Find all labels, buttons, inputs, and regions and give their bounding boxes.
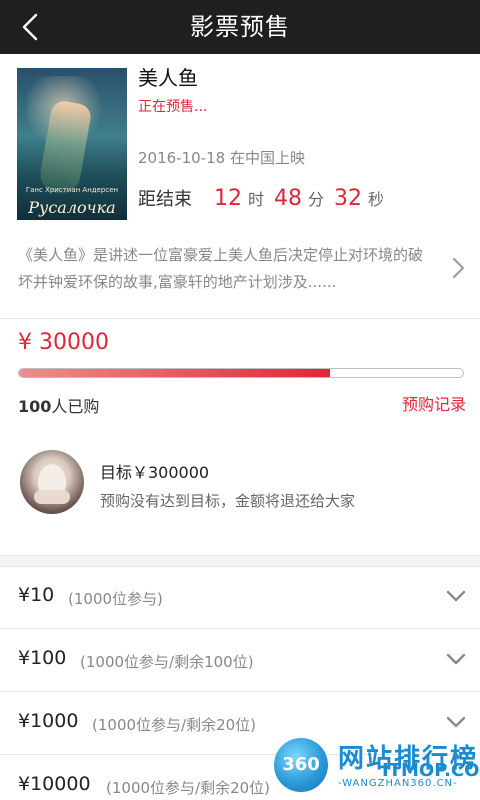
funding-target: 目标￥300000 xyxy=(100,463,210,482)
chevron-right-icon xyxy=(453,258,464,278)
tier-detail: (1000位参与) xyxy=(68,590,163,608)
poster-title: Русалочка xyxy=(28,198,116,217)
page-title: 影票预售 xyxy=(190,13,290,41)
poster-author: Ганс Христиан Андерсен xyxy=(25,186,119,194)
bought-count: 100人已购 xyxy=(18,393,99,417)
funding-progress-bar xyxy=(18,368,464,378)
watermark-url: -WANGZHAN360.CN- xyxy=(338,778,458,789)
countdown-hours: 12 xyxy=(214,186,242,211)
expand-description-button[interactable] xyxy=(449,255,467,281)
countdown-minutes: 48 xyxy=(274,186,303,211)
tier-amount: ¥1000 xyxy=(18,710,79,732)
divider xyxy=(0,318,480,319)
funding-progress-fill xyxy=(19,369,330,377)
site-watermark: 360 网站排行榜 ITMOP.COM -WANGZHAN360.CN- xyxy=(268,732,480,800)
avatar-hands xyxy=(34,490,70,504)
countdown-label: 距结束 xyxy=(138,189,192,210)
movie-description[interactable]: 《美人鱼》是讲述一位富豪爱上美人鱼后决定停止对环境的破坏并钟爱环保的故事,富豪轩… xyxy=(18,242,428,296)
release-date: 2016-10-18 在中国上映 xyxy=(138,149,305,167)
tier-detail: (1000位参与/剩余100位) xyxy=(80,653,254,671)
bought-suffix: 人已购 xyxy=(51,397,100,416)
countdown-hours-unit: 时 xyxy=(248,190,265,209)
refund-note: 预购没有达到目标，金额将退还给大家 xyxy=(100,492,356,510)
presale-status: 正在预售... xyxy=(138,99,208,115)
watermark-badge: 360 xyxy=(274,738,328,792)
avatar xyxy=(20,450,84,514)
movie-name: 美人鱼 xyxy=(138,66,198,90)
tier-amount: ¥10 xyxy=(18,584,55,606)
bought-number: 100 xyxy=(18,397,52,416)
countdown-seconds: 32 xyxy=(334,186,363,211)
movie-poster: Ганс Христиан Андерсен Русалочка xyxy=(17,68,127,220)
tier-row-10[interactable]: ¥10 (1000位参与) xyxy=(0,566,480,629)
countdown: 距结束 12 时 48 分 32 秒 xyxy=(138,185,384,211)
tier-detail: (1000位参与/剩余20位) xyxy=(106,779,271,797)
tier-amount: ¥100 xyxy=(18,647,67,669)
top-bar: 影票预售 xyxy=(0,0,480,54)
countdown-minutes-unit: 分 xyxy=(308,190,325,209)
presale-price: ¥ 30000 xyxy=(18,330,109,355)
presale-records-link[interactable]: 预购记录 xyxy=(402,391,466,415)
tier-row-100[interactable]: ¥100 (1000位参与/剩余100位) xyxy=(0,629,480,692)
chevron-down-icon xyxy=(446,653,466,665)
chevron-down-icon xyxy=(446,716,466,728)
countdown-seconds-unit: 秒 xyxy=(368,190,385,209)
tier-detail: (1000位参与/剩余20位) xyxy=(92,716,257,734)
chevron-down-icon xyxy=(446,590,466,602)
tier-amount: ¥10000 xyxy=(18,773,91,795)
